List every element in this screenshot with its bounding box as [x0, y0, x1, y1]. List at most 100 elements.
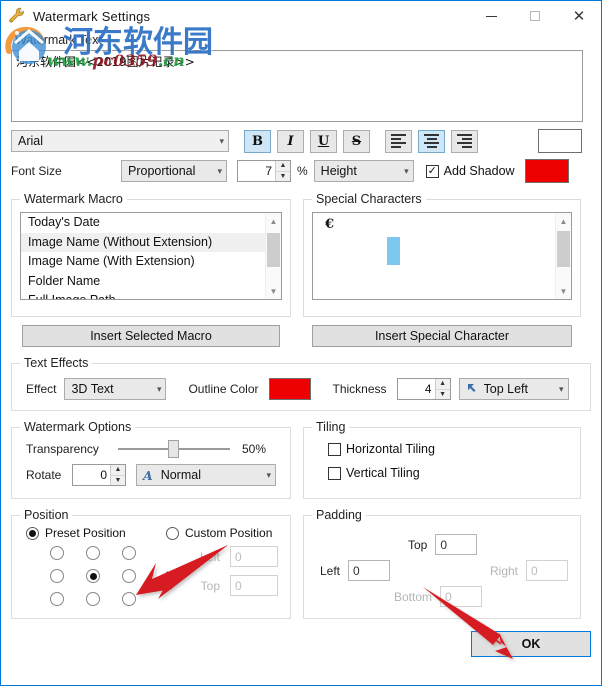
- font-family-select[interactable]: Arial ▾: [11, 130, 229, 152]
- tiling-title: Tiling: [312, 420, 350, 434]
- shadow-color-swatch[interactable]: [524, 159, 569, 183]
- macro-list-scrollbar[interactable]: ▲ ▼: [265, 213, 281, 299]
- insert-buttons-row: Insert Selected Macro Insert Special Cha…: [11, 325, 591, 347]
- list-item[interactable]: Folder Name: [21, 272, 281, 292]
- stepper-down-icon[interactable]: ▼: [436, 390, 450, 400]
- list-item[interactable]: Today's Date: [21, 213, 281, 233]
- special-char-item[interactable]: €: [313, 213, 571, 232]
- transparency-slider[interactable]: [118, 440, 230, 458]
- text-effects-group: Text Effects Effect 3D Text ▾ Outline Co…: [11, 356, 591, 411]
- bold-button[interactable]: B: [244, 129, 271, 153]
- stepper-arrows[interactable]: ▲ ▼: [275, 161, 290, 181]
- stepper-down-icon[interactable]: ▼: [111, 476, 125, 486]
- scroll-down-icon[interactable]: ▼: [266, 283, 281, 299]
- maximize-button[interactable]: [513, 1, 557, 31]
- effect-direction-select[interactable]: Top Left ▾: [458, 378, 569, 400]
- vertical-tiling-label: Vertical Tiling: [346, 466, 420, 480]
- position-grid-middle-right-radio[interactable]: [122, 569, 136, 583]
- padding-bottom-input[interactable]: 0: [440, 586, 483, 607]
- stepper-arrows[interactable]: ▲ ▼: [434, 379, 450, 400]
- font-size-basis-value: Height: [320, 164, 357, 178]
- font-size-stepper[interactable]: 7 ▲ ▼: [237, 160, 291, 182]
- position-padding-row: Position Preset Position Custom Position: [11, 508, 591, 619]
- minimize-button[interactable]: [469, 1, 513, 31]
- special-char-selection-highlight[interactable]: [387, 237, 400, 265]
- padding-fields: Top 0 Left 0 Right 0 Bottom 0: [304, 516, 580, 618]
- align-left-button[interactable]: [385, 129, 412, 153]
- close-button[interactable]: ✕: [557, 1, 601, 31]
- rotate-stepper[interactable]: 0 ▲ ▼: [72, 464, 126, 486]
- position-grid-center-radio[interactable]: [86, 569, 100, 583]
- watermark-text-input[interactable]: 河东软件园<<2019图片记录>>: [11, 50, 583, 122]
- rotate-row: Rotate 0 ▲ ▼ A Normal ▾: [12, 458, 290, 486]
- list-item[interactable]: Full Image Path: [21, 291, 281, 299]
- special-characters-scrollbar[interactable]: ▲ ▼: [555, 213, 571, 299]
- stepper-up-icon[interactable]: ▲: [276, 161, 290, 172]
- scroll-down-icon[interactable]: ▼: [556, 283, 571, 299]
- ok-button[interactable]: OK: [471, 631, 591, 657]
- options-tiling-row: Watermark Options Transparency 50% Rotat…: [11, 420, 591, 499]
- position-grid-top-center-radio[interactable]: [86, 546, 100, 560]
- padding-top-input[interactable]: 0: [435, 534, 478, 555]
- special-characters-group: Special Characters € ▲ ▼: [303, 192, 581, 317]
- stepper-down-icon[interactable]: ▼: [276, 172, 290, 182]
- padding-right-input[interactable]: 0: [526, 560, 568, 581]
- vertical-tiling-checkbox[interactable]: Vertical Tiling: [304, 456, 580, 480]
- position-preset-grid[interactable]: [50, 546, 136, 606]
- custom-left-label: Left: [199, 549, 220, 564]
- position-grid-middle-left-radio[interactable]: [50, 569, 64, 583]
- padding-left-input[interactable]: 0: [348, 560, 391, 581]
- text-effects-row: Effect 3D Text ▾ Outline Color Thickness…: [12, 364, 590, 400]
- window-title: Watermark Settings: [33, 8, 151, 24]
- scroll-thumb[interactable]: [267, 233, 280, 267]
- align-right-button[interactable]: [451, 129, 478, 153]
- italic-button[interactable]: I: [277, 129, 304, 153]
- position-grid-bottom-left-radio[interactable]: [50, 592, 64, 606]
- font-size-basis-select[interactable]: Height ▾: [313, 160, 414, 182]
- position-grid-row-bottom: [50, 592, 136, 606]
- stepper-up-icon[interactable]: ▲: [111, 465, 125, 476]
- position-group: Position Preset Position Custom Position: [11, 508, 291, 619]
- underline-button[interactable]: U: [310, 129, 337, 153]
- font-size-mode-select[interactable]: Proportional ▾: [121, 160, 227, 182]
- stepper-up-icon[interactable]: ▲: [435, 379, 450, 390]
- direction-arrow-icon: [466, 382, 478, 397]
- custom-top-input[interactable]: 0: [230, 575, 278, 596]
- watermark-text-label: Watermark Text: [15, 33, 102, 47]
- position-grid-top-right-radio[interactable]: [122, 546, 136, 560]
- window-controls: ✕: [469, 1, 601, 31]
- position-grid-top-left-radio[interactable]: [50, 546, 64, 560]
- scroll-thumb[interactable]: [557, 231, 570, 267]
- position-grid-bottom-center-radio[interactable]: [86, 592, 100, 606]
- title-bar[interactable]: Watermark Settings ✕: [1, 1, 601, 31]
- scroll-up-icon[interactable]: ▲: [556, 213, 571, 229]
- custom-left-input[interactable]: 0: [230, 546, 278, 567]
- custom-offsets: Left 0 Top 0: [178, 546, 278, 606]
- checkbox-icon: [328, 466, 341, 480]
- custom-position-radio[interactable]: Custom Position: [166, 526, 272, 540]
- text-style-select[interactable]: A Normal ▾: [136, 464, 276, 486]
- thickness-stepper[interactable]: 4 ▲ ▼: [396, 378, 451, 400]
- align-center-button[interactable]: [418, 129, 445, 153]
- strikethrough-button[interactable]: S: [343, 129, 370, 153]
- slider-knob[interactable]: [168, 440, 179, 458]
- transparency-value: 50%: [242, 442, 267, 456]
- list-item[interactable]: Image Name (With Extension): [21, 252, 281, 272]
- preset-position-radio[interactable]: Preset Position: [26, 526, 166, 540]
- position-grid-bottom-right-radio[interactable]: [122, 592, 136, 606]
- special-characters-title: Special Characters: [312, 192, 426, 206]
- add-shadow-checkbox[interactable]: ✓ Add Shadow: [425, 164, 515, 178]
- stepper-arrows[interactable]: ▲ ▼: [110, 465, 125, 485]
- special-characters-list[interactable]: € ▲ ▼: [312, 212, 572, 300]
- insert-selected-macro-button[interactable]: Insert Selected Macro: [22, 325, 280, 347]
- scroll-up-icon[interactable]: ▲: [266, 213, 281, 229]
- strike-glyph: S: [351, 133, 362, 149]
- outline-color-swatch[interactable]: [268, 378, 311, 400]
- insert-special-character-button[interactable]: Insert Special Character: [312, 325, 572, 347]
- list-item[interactable]: Image Name (Without Extension): [21, 232, 281, 252]
- align-center-icon: [424, 132, 439, 150]
- watermark-macro-list[interactable]: Today's Date Image Name (Without Extensi…: [20, 212, 282, 300]
- chevron-down-icon: ▾: [219, 135, 224, 146]
- text-color-swatch[interactable]: [538, 129, 582, 153]
- effect-select[interactable]: 3D Text ▾: [64, 378, 167, 400]
